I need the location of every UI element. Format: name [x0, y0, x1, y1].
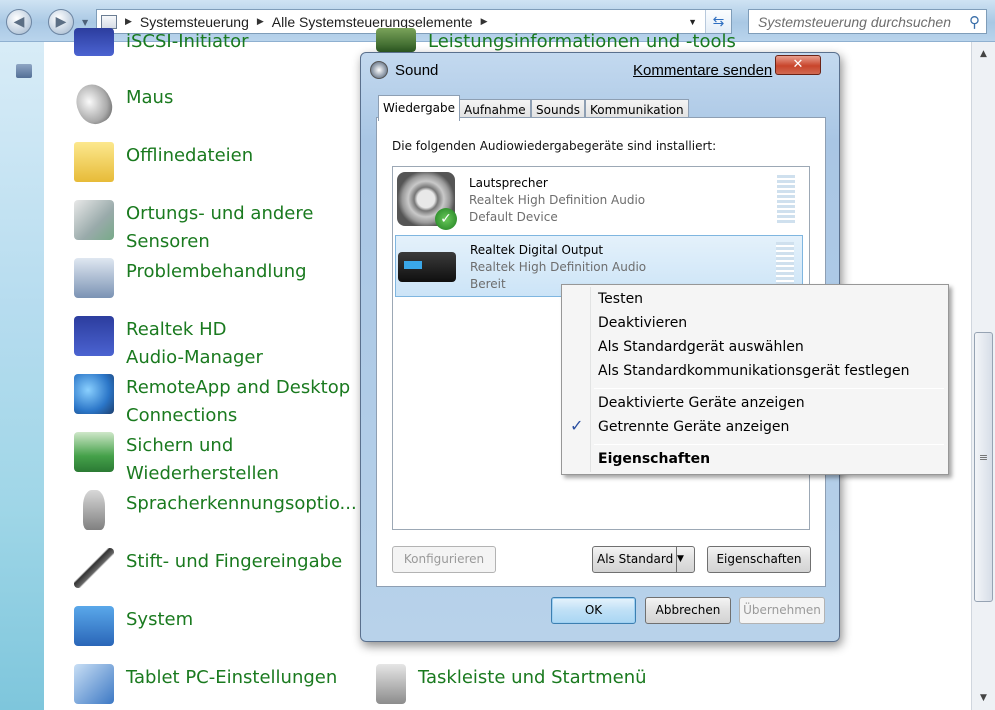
item-problembehandlung[interactable]: Problembehandlung	[74, 258, 307, 298]
device-status: Default Device	[469, 210, 558, 224]
menu-item-set-default[interactable]: Als Standardgerät auswählen	[598, 339, 804, 355]
item-label: Realtek HD	[126, 319, 227, 340]
item-tablet[interactable]: Tablet PC-Einstellungen	[74, 664, 337, 704]
offline-folder-icon	[74, 142, 114, 182]
installed-label: Die folgenden Audiowiedergabegeräte sind…	[392, 139, 717, 153]
item-label-line2: Audio-Manager	[126, 347, 263, 368]
item-label: Stift- und Fingereingabe	[126, 551, 343, 572]
left-pane	[0, 42, 44, 710]
speaker-device-icon: ✓	[397, 172, 457, 230]
close-icon: ✕	[792, 57, 804, 72]
scroll-down-icon[interactable]: ▼	[972, 688, 995, 708]
control-panel-icon	[101, 14, 117, 29]
item-label: Tablet PC-Einstellungen	[126, 667, 338, 688]
default-check-icon: ✓	[435, 208, 457, 230]
menu-item-testen[interactable]: Testen	[598, 291, 643, 307]
checkmark-icon: ✓	[570, 416, 584, 435]
set-default-label: Als Standard	[597, 552, 674, 566]
troubleshooting-icon	[74, 258, 114, 298]
item-spracherkennung[interactable]: Spracherkennungsoptio...	[74, 490, 357, 530]
remoteapp-icon	[74, 374, 114, 414]
item-label: Maus	[126, 87, 174, 108]
item-taskleiste[interactable]: Taskleiste und Startmenü	[376, 664, 647, 704]
item-iscsi[interactable]: iSCSI-Initiator	[74, 28, 249, 56]
realtek-audio-icon	[74, 316, 114, 356]
menu-gutter	[590, 287, 591, 472]
backup-icon	[74, 432, 114, 472]
menu-item-eigenschaften[interactable]: Eigenschaften	[598, 451, 710, 467]
chevron-right-icon[interactable]: ▶	[481, 16, 488, 27]
system-icon	[74, 606, 114, 646]
item-sichern[interactable]: Sichern und Wiederherstellen	[74, 432, 279, 488]
menu-item-show-disabled[interactable]: Deaktivierte Geräte anzeigen	[598, 395, 805, 411]
address-dropdown-icon[interactable]: ▼	[688, 17, 697, 27]
item-label-line2: Wiederherstellen	[126, 463, 279, 484]
item-maus[interactable]: Maus	[70, 78, 174, 130]
item-label: Spracherkennungsoptio...	[126, 493, 357, 514]
search-input[interactable]: Systemsteuerung durchsuchen ⚲	[748, 9, 987, 34]
item-realtek[interactable]: Realtek HD Audio-Manager	[74, 316, 263, 372]
menu-separator	[594, 444, 944, 445]
performance-icon	[376, 28, 416, 52]
chevron-right-icon[interactable]: ▶	[125, 16, 132, 27]
scroll-up-icon[interactable]: ▲	[972, 44, 995, 64]
chevron-right-icon[interactable]: ▶	[257, 16, 264, 27]
menu-item-show-disconnected[interactable]: Getrennte Geräte anzeigen	[598, 419, 789, 435]
item-label-line2: Connections	[126, 405, 238, 426]
item-stift[interactable]: Stift- und Fingereingabe	[74, 548, 342, 588]
level-meter	[777, 175, 795, 225]
item-system[interactable]: System	[74, 606, 193, 646]
item-ortung[interactable]: Ortungs- und andere Sensoren	[74, 200, 313, 256]
menu-separator	[594, 388, 944, 389]
set-default-button[interactable]: Als Standard ▼	[592, 546, 695, 573]
search-icon[interactable]: ⚲	[969, 13, 980, 31]
mouse-icon	[70, 78, 118, 130]
item-label: Ortungs- und andere	[126, 203, 314, 224]
sensor-icon	[74, 200, 114, 240]
properties-button[interactable]: Eigenschaften	[707, 546, 811, 573]
pane-icon	[16, 64, 32, 78]
item-label: System	[126, 609, 194, 630]
apply-button[interactable]: Übernehmen	[739, 597, 825, 624]
device-name: Realtek Digital Output	[470, 243, 604, 257]
device-driver: Realtek High Definition Audio	[469, 193, 646, 207]
menu-item-deaktivieren[interactable]: Deaktivieren	[598, 315, 687, 331]
menu-item-set-default-comm[interactable]: Als Standardkommunikationsgerät festlege…	[598, 363, 910, 379]
forward-button[interactable]: ▶	[48, 9, 74, 35]
pen-icon	[74, 548, 114, 588]
close-button[interactable]: ✕	[775, 55, 821, 75]
cancel-button[interactable]: Abbrechen	[645, 597, 731, 624]
item-label: RemoteApp and Desktop	[126, 377, 351, 398]
tablet-pc-icon	[74, 664, 114, 704]
speaker-icon	[370, 61, 388, 79]
configure-button[interactable]: Konfigurieren	[392, 546, 496, 573]
item-label: Problembehandlung	[126, 261, 307, 282]
tab-wiedergabe[interactable]: Wiedergabe	[378, 95, 461, 121]
context-menu: Testen Deaktivieren Als Standardgerät au…	[561, 284, 949, 475]
item-remoteapp[interactable]: RemoteApp and Desktop Connections	[74, 374, 350, 430]
vertical-scrollbar[interactable]: ▲ ≡ ▼	[971, 42, 995, 710]
device-lautsprecher[interactable]: ✓ Lautsprecher Realtek High Definition A…	[395, 169, 803, 231]
history-dropdown-icon[interactable]: ▼	[82, 18, 88, 27]
feedback-link[interactable]: Kommentare senden	[633, 62, 772, 79]
item-label: Offlinedateien	[126, 145, 254, 166]
dropdown-arrow-icon[interactable]: ▼	[676, 547, 694, 572]
item-label-line2: Sensoren	[126, 231, 210, 252]
item-label: Sichern und	[126, 435, 234, 456]
device-driver: Realtek High Definition Audio	[470, 260, 647, 274]
iscsi-icon	[74, 28, 114, 56]
digital-output-icon	[398, 252, 456, 282]
device-name: Lautsprecher	[469, 176, 548, 190]
dialog-title: Sound	[395, 62, 439, 79]
ok-button[interactable]: OK	[551, 597, 636, 624]
item-label: Taskleiste und Startmenü	[418, 667, 647, 688]
search-placeholder: Systemsteuerung durchsuchen	[758, 14, 951, 30]
back-button[interactable]: ◀	[6, 9, 32, 35]
item-offlinedateien[interactable]: Offlinedateien	[74, 142, 253, 182]
microphone-icon	[83, 490, 105, 530]
item-label: iSCSI-Initiator	[126, 31, 249, 52]
taskbar-icon	[376, 664, 406, 704]
scroll-thumb[interactable]: ≡	[974, 332, 993, 602]
